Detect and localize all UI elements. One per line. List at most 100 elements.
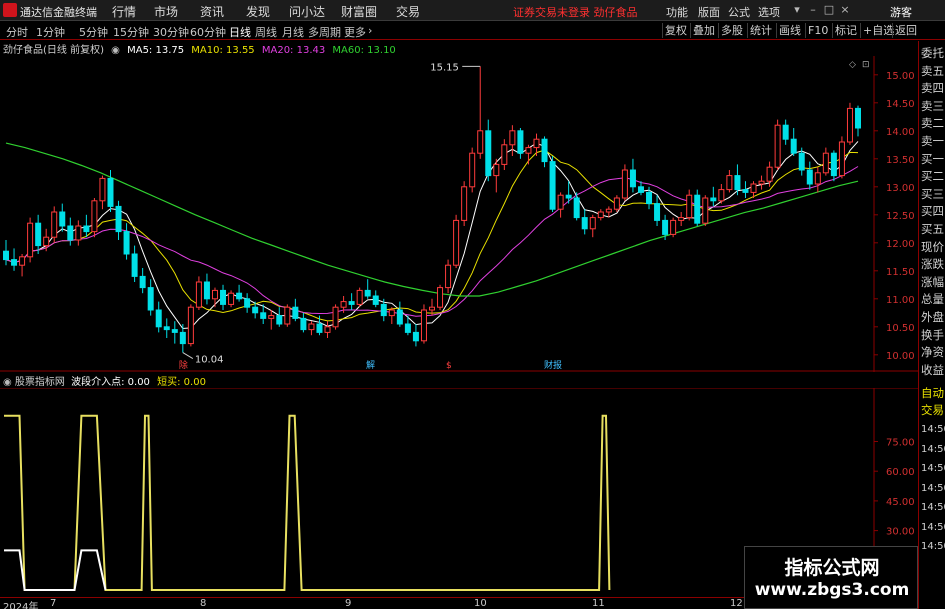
period-30min[interactable]: 30分钟 <box>153 24 189 40</box>
candle-body <box>115 205 122 233</box>
candle <box>838 136 845 179</box>
side-panel-item[interactable]: 涨跌 <box>921 256 945 272</box>
candle-body <box>830 152 837 177</box>
candle-body <box>517 130 524 154</box>
period-timeshare[interactable]: 分时 <box>6 24 28 40</box>
collapse-icon: ⊡ <box>862 60 870 70</box>
side-panel-item[interactable]: 卖五 <box>921 63 945 79</box>
side-panel-item[interactable]: 买二 <box>921 168 945 184</box>
menu-discover[interactable]: 发现 <box>246 3 270 20</box>
menu-quotes[interactable]: 行情 <box>112 3 136 20</box>
side-panel-item[interactable]: 卖四 <box>921 80 945 96</box>
side-panel-item[interactable]: 14:50 <box>921 502 945 513</box>
side-panel-item[interactable]: 现价 <box>921 239 945 255</box>
draw-button[interactable]: 画线 <box>776 23 803 38</box>
candle-body <box>613 197 620 210</box>
side-panel-item[interactable]: 14:50 <box>921 541 945 552</box>
menu-wealth[interactable]: 财富圈 <box>341 3 377 20</box>
menu-news[interactable]: 资讯 <box>200 3 224 20</box>
period-1min[interactable]: 1分钟 <box>36 24 65 40</box>
period-60min[interactable]: 60分钟 <box>190 24 226 40</box>
f10-button[interactable]: F10 <box>805 23 830 38</box>
ma-info-line: 劲仔食品(日线 前复权) ◉ MA5: 13.75 MA10: 13.55 MA… <box>0 41 400 56</box>
side-panel-item[interactable]: 14:50 <box>921 463 945 474</box>
candle-body <box>453 219 460 266</box>
candle-body <box>59 211 66 227</box>
candle <box>356 287 363 308</box>
candle-body <box>493 163 500 177</box>
back-button[interactable]: 返回 <box>892 23 919 38</box>
period-multi[interactable]: 多周期 <box>308 24 341 40</box>
candle-body <box>276 315 283 325</box>
side-panel-item[interactable]: 外盘 <box>921 309 945 325</box>
window-menu-icon[interactable]: ▾ <box>790 2 804 17</box>
signal-entry-value: 波段介入点: 0.00 <box>71 377 150 388</box>
side-panel-item[interactable]: 换手 <box>921 327 945 343</box>
side-panel-item[interactable]: 14:50 <box>921 522 945 533</box>
menu-ask[interactable]: 问小达 <box>289 3 325 20</box>
candle-body <box>629 169 636 188</box>
menu-function[interactable]: 功能 <box>666 4 688 20</box>
side-panel-item[interactable]: 14:50 <box>921 424 945 435</box>
watermark: 指标公式网 www.zbgs3.com <box>744 546 918 609</box>
indicator-settings-icon[interactable]: ◉ <box>3 377 12 388</box>
candle-body <box>654 203 661 221</box>
period-15min[interactable]: 15分钟 <box>113 24 149 40</box>
candle <box>613 195 620 212</box>
side-panel-item[interactable]: 买三 <box>921 186 945 202</box>
mark-button[interactable]: 标记 <box>832 23 859 38</box>
minimize-icon[interactable]: – <box>806 2 820 17</box>
ma5-value: MA5: 13.75 <box>127 45 185 56</box>
period-more[interactable]: 更多 <box>344 24 366 40</box>
user-guest[interactable]: 游客 <box>890 4 912 20</box>
candle-body <box>485 130 492 177</box>
side-panel-item[interactable]: 委托 <box>921 45 945 61</box>
side-panel-item[interactable]: 买四 <box>921 203 945 219</box>
side-panel-item[interactable]: 14:50 <box>921 444 945 455</box>
multi-stock-button[interactable]: 多股 <box>718 23 745 38</box>
side-panel-item[interactable]: 买五 <box>921 221 945 237</box>
menu-market[interactable]: 市场 <box>154 3 178 20</box>
side-panel-item[interactable]: 自动 <box>921 385 945 401</box>
side-panel-item[interactable]: 卖一 <box>921 133 945 149</box>
candle-body <box>589 217 596 230</box>
period-weekly[interactable]: 周线 <box>255 24 277 40</box>
period-daily[interactable]: 日线 <box>229 24 251 40</box>
y-tick-label: 14.50 <box>886 99 915 110</box>
period-5min[interactable]: 5分钟 <box>79 24 108 40</box>
side-panel-item[interactable]: 涨幅 <box>921 274 945 290</box>
side-panel-item[interactable]: 卖三 <box>921 98 945 114</box>
menu-formula[interactable]: 公式 <box>728 4 750 20</box>
adjust-button[interactable]: 复权 <box>662 23 689 38</box>
side-panel-item[interactable]: 卖二 <box>921 115 945 131</box>
candle-body <box>364 289 371 297</box>
candlestick-chart[interactable]: 10.00 10.50 11.00 11.50 12.00 12.50 13.00 13.50… <box>0 56 918 372</box>
candle-body <box>388 309 395 317</box>
ma-settings-icon[interactable]: ◉ <box>111 45 120 56</box>
candle <box>187 304 194 347</box>
overlay-button[interactable]: 叠加 <box>690 23 717 38</box>
side-panel-item[interactable]: 总量 <box>921 291 945 307</box>
candle-body <box>766 166 773 182</box>
add-watchlist-button[interactable]: +自选 <box>860 23 896 38</box>
period-monthly[interactable]: 月线 <box>282 24 304 40</box>
side-panel-item[interactable]: 14:50 <box>921 483 945 494</box>
indicator-tick-label: 45.00 <box>886 497 915 508</box>
candle-body <box>573 197 580 219</box>
stats-button[interactable]: 统计 <box>747 23 774 38</box>
side-panel-item[interactable]: 收益 <box>921 362 945 378</box>
menu-options[interactable]: 选项 <box>758 4 780 20</box>
chart-background <box>0 56 918 372</box>
side-panel-item[interactable]: 交易 <box>921 402 945 418</box>
candle-body <box>461 186 468 221</box>
side-panel-item[interactable]: 买一 <box>921 151 945 167</box>
candle <box>51 206 58 243</box>
menu-layout[interactable]: 版面 <box>698 4 720 20</box>
side-panel-item[interactable]: 净资 <box>921 344 945 360</box>
login-notice[interactable]: 证券交易未登录 劲仔食品 <box>513 4 638 20</box>
maximize-icon[interactable]: □ <box>822 2 836 17</box>
more-arrow-icon[interactable]: › <box>368 24 372 37</box>
close-icon[interactable]: × <box>838 2 852 17</box>
menu-trade[interactable]: 交易 <box>396 3 420 20</box>
candle <box>284 304 291 327</box>
